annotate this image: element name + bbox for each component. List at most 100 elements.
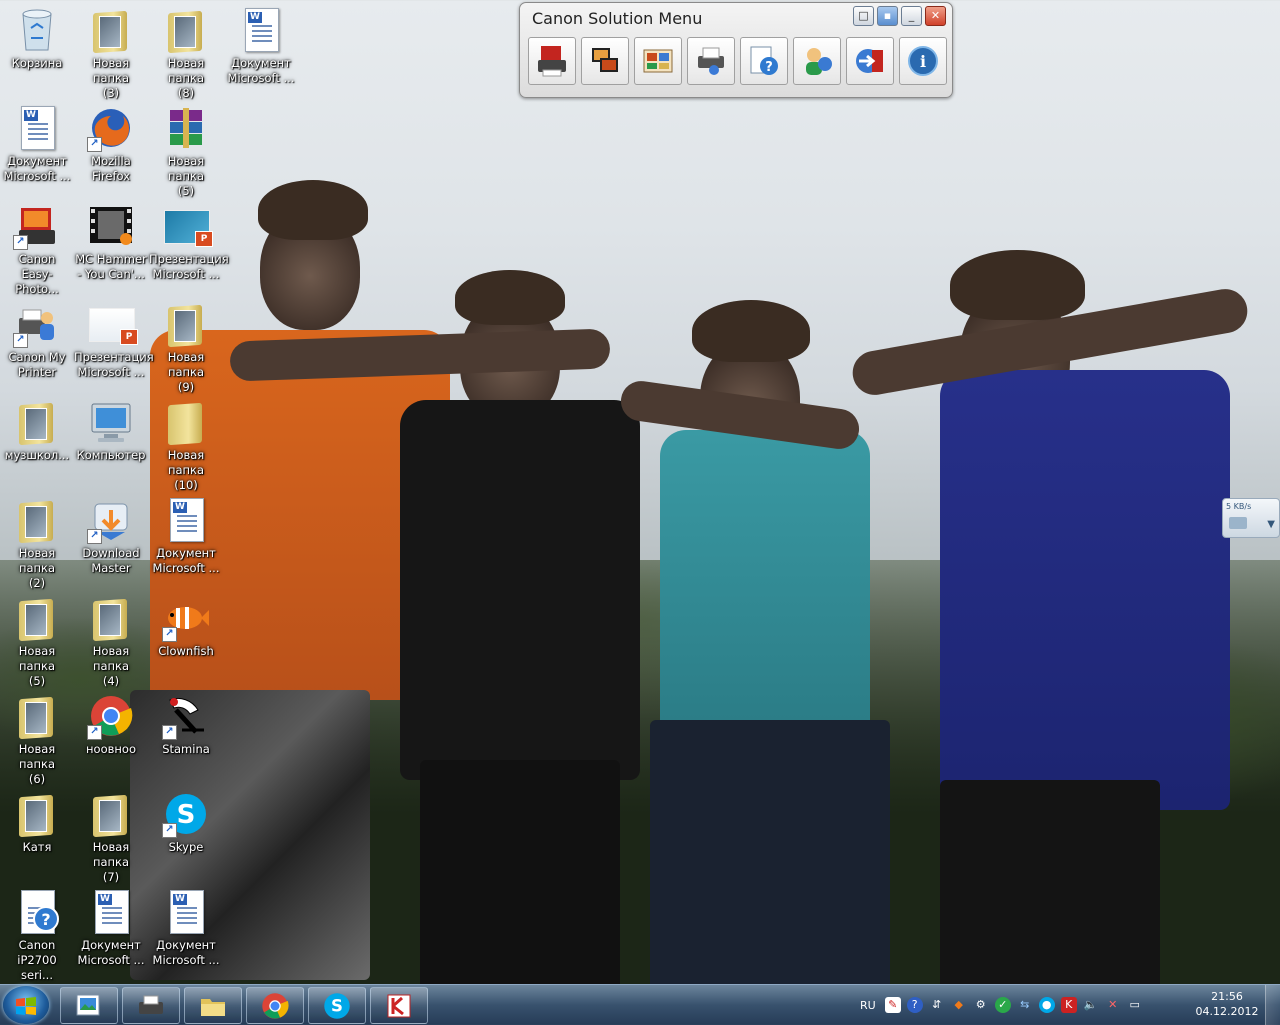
desktop-icon-folder[interactable]: Новая папка (9) (149, 300, 223, 395)
desktop-icon-folder[interactable]: Новая папка (10) (149, 398, 223, 493)
desktop-icon-document[interactable]: W Документ Microsoft ... (149, 496, 223, 576)
desktop-icon-folder[interactable]: Новая папка (4) (74, 594, 148, 689)
svg-text:?: ? (765, 60, 773, 75)
desktop-icon-folder[interactable]: Новая папка (5) (0, 594, 74, 689)
help-tray-icon[interactable]: ? (906, 997, 923, 1013)
language-indicator[interactable]: RU (860, 999, 876, 1012)
close-icon[interactable]: ✕ (925, 6, 946, 26)
taskbar-item-skype[interactable]: S (308, 987, 366, 1024)
chevron-down-icon[interactable]: ▼ (1267, 519, 1275, 530)
desktop-icon-clownfish[interactable]: ↗ Clownfish (149, 594, 223, 659)
sync-tray-icon[interactable]: ⇆ (1017, 997, 1033, 1013)
desktop-icon-firefox[interactable]: ↗ Mozilla Firefox (74, 104, 148, 184)
info-icon[interactable]: i (899, 37, 947, 85)
desktop-icon-document[interactable]: W Документ Microsoft ... (224, 6, 298, 86)
taskbar-item-chrome[interactable] (246, 987, 304, 1024)
desktop-icon-folder[interactable]: Новая папка (7) (74, 790, 148, 885)
kaspersky-icon (387, 994, 411, 1017)
desktop-icon-archive[interactable]: Новая папка (5) (149, 104, 223, 199)
desktop-icon-label: Документ Microsoft ... (152, 546, 220, 575)
desktop-icon-label: Катя (22, 840, 52, 854)
taskbar-clock[interactable]: 21:56 04.12.2012 (1194, 989, 1260, 1019)
user-registration-icon[interactable] (793, 37, 841, 85)
show-desktop-button[interactable] (1265, 985, 1280, 1025)
desktop-icon-folder[interactable]: Новая папка (8) (149, 6, 223, 101)
desktop-icon-label: Новая папка (4) (92, 644, 130, 688)
restore-icon[interactable]: □ (853, 6, 874, 26)
taskbar-item-photo-viewer[interactable] (60, 987, 118, 1024)
folder-preview (99, 800, 121, 832)
network-warning-icon[interactable]: ✕ (1105, 997, 1121, 1013)
desktop-icon-label: Документ Microsoft ... (3, 154, 71, 183)
taskbar-item-explorer[interactable] (184, 987, 242, 1024)
taskbar-item-kaspersky[interactable] (370, 987, 428, 1024)
desktop-icon-folder[interactable]: Новая папка (2) (0, 496, 74, 591)
desktop-icon-presentation[interactable]: P Презентация Microsoft ... (74, 300, 154, 380)
compact-view-icon[interactable]: ▪ (877, 6, 898, 26)
taskbar-item-canon-solution-menu[interactable] (122, 987, 180, 1024)
kaspersky-tray-icon[interactable]: K (1060, 997, 1077, 1013)
network-speed-gadget[interactable]: 5 KB/s ▼ (1222, 498, 1280, 538)
skype-icon: S (324, 992, 350, 1019)
network-gadget-icon (1229, 517, 1247, 529)
desktop-icon-label: Новая папка (5) (167, 154, 205, 198)
desktop-icon-skype[interactable]: S ↗ Skype (149, 790, 223, 855)
desktop-icon-label: Новая папка (3) (92, 56, 130, 100)
desktop-icon-folder[interactable]: Новая папка (3) (74, 6, 148, 101)
desktop-icon-computer[interactable]: Компьютер (74, 398, 148, 463)
canon-solution-menu-window[interactable]: Canon Solution Menu □ ▪ _ ✕ ? i (519, 2, 953, 98)
minimize-icon[interactable]: _ (901, 6, 922, 26)
desktop-icon-document[interactable]: W Документ Microsoft ... (74, 888, 148, 968)
folder-preview (25, 506, 47, 538)
volume-icon[interactable]: 🔈 (1083, 997, 1099, 1013)
desktop-icon-document[interactable]: W Документ Microsoft ... (0, 104, 74, 184)
start-button[interactable] (3, 986, 49, 1024)
desktop-icon-folder[interactable]: Катя (0, 790, 74, 855)
video-file-icon (87, 202, 135, 250)
system-tray: RU ✎ ? ⇵ ◆ ⚙ ✓ ⇆ ● K 🔈 ✕ ▭ (860, 985, 1146, 1025)
folder-preview (25, 800, 47, 832)
folder-preview (174, 310, 196, 342)
folder-preview (174, 16, 196, 48)
desktop-icon-label: Canon iP2700 seri... (17, 938, 57, 982)
desktop-icon-recycle-bin[interactable]: Корзина (0, 6, 74, 71)
desktop-icon-canon-easy-photo[interactable]: ↗ Canon Easy-Photo... (0, 202, 74, 297)
canon-solution-menu-icon (139, 995, 163, 1014)
word-document-icon: W (21, 106, 55, 150)
exit-icon[interactable] (846, 37, 894, 85)
desktop-icon-label: Новая папка (6) (18, 742, 56, 786)
help-manual-icon[interactable]: ? (740, 37, 788, 85)
desktop-icon-mc-hammer-video[interactable]: MC Hammer - You Can'... (74, 202, 148, 282)
word-document-icon: W (245, 8, 279, 52)
album-icon[interactable] (634, 37, 682, 85)
folder-explorer-icon (201, 998, 225, 1016)
desktop-icon-folder[interactable]: музшкол... (0, 398, 74, 463)
shield-icon[interactable]: ✓ (994, 997, 1011, 1013)
svg-text:S: S (177, 800, 196, 830)
desktop-icon-label: Clownfish (158, 644, 214, 658)
svg-text:?: ? (41, 910, 50, 929)
skype-tray-icon[interactable]: ● (1038, 997, 1055, 1013)
desktop-icon-document[interactable]: W Документ Microsoft ... (149, 888, 223, 968)
desktop-icon-label: Mozilla Firefox (91, 154, 131, 183)
action-center-icon[interactable]: ▭ (1127, 997, 1143, 1013)
recycle-bin-icon (13, 6, 61, 54)
printer-settings-icon[interactable] (687, 37, 735, 85)
desktop-icon-folder[interactable]: Новая папка (6) (0, 692, 74, 787)
desktop-icon-stamina[interactable]: ↗ Stamina (149, 692, 223, 757)
printer-photo-icon[interactable] (528, 37, 576, 85)
usb-tray-icon[interactable]: ⇵ (929, 997, 945, 1013)
desktop-icon-chrome[interactable]: ↗ ноовноо (74, 692, 148, 757)
network-tray-icon[interactable]: ⚙ (973, 997, 989, 1013)
desktop-icon-download-master[interactable]: ↗ Download Master (74, 496, 148, 576)
desktop-icon-canon-my-printer[interactable]: ↗ Canon My Printer (0, 300, 74, 380)
desktop-icon-presentation[interactable]: P Презентация Microsoft ... (149, 202, 229, 282)
desktop-icon-label: Новая папка (8) (167, 56, 205, 100)
pdf-tray-icon[interactable]: ✎ (884, 997, 901, 1013)
photo-print-icon[interactable] (581, 37, 629, 85)
desktop-icon-label: Документ Microsoft ... (152, 938, 220, 967)
clownfish-tray-icon[interactable]: ◆ (951, 997, 967, 1013)
help-icon: ? (31, 904, 61, 934)
shortcut-arrow-icon: ↗ (87, 725, 102, 740)
desktop-icon-canon-ip2700[interactable]: ? Canon iP2700 seri... (0, 888, 74, 983)
